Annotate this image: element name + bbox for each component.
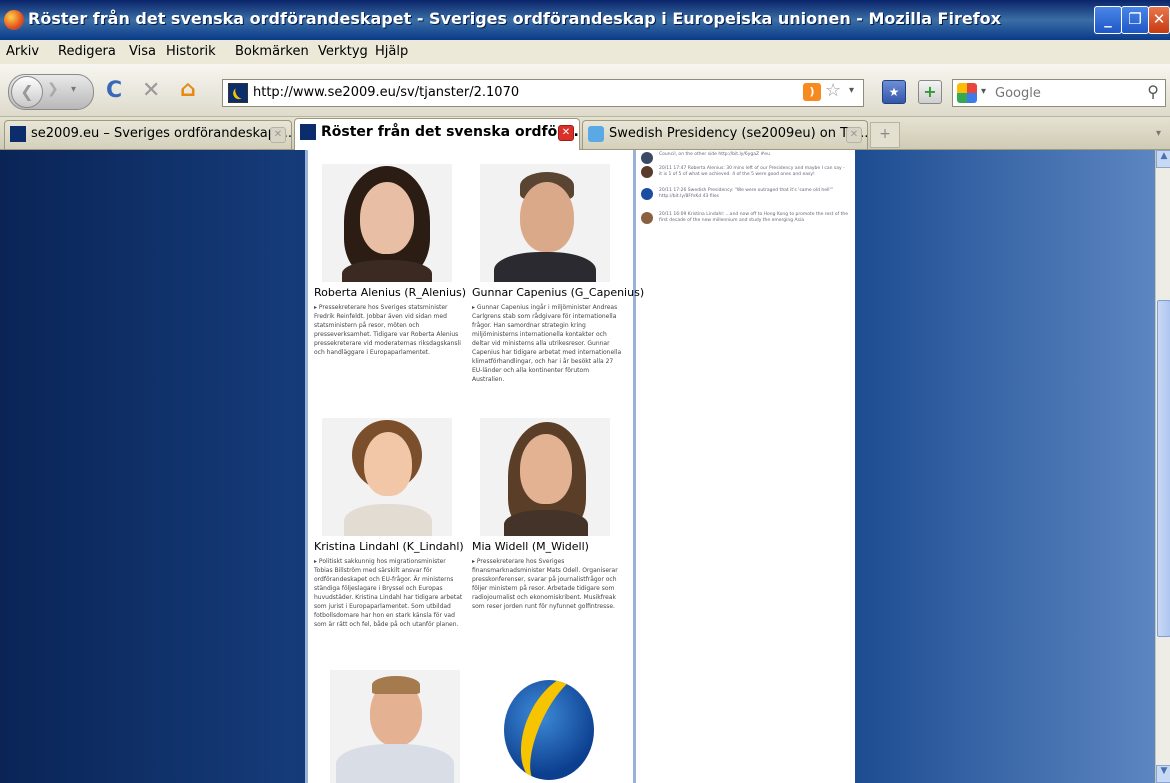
tab-list-dropdown-icon[interactable]: ▾	[1156, 122, 1170, 146]
reload-icon[interactable]: C	[106, 78, 122, 103]
person-photo-gunnar[interactable]	[480, 164, 610, 282]
twitter-favicon	[588, 126, 604, 142]
person-photo-kristina[interactable]	[322, 418, 452, 536]
se2009-favicon	[300, 124, 316, 140]
history-dropdown-icon[interactable]: ▾	[71, 84, 76, 95]
window-titlebar[interactable]: Röster från det svenska ordförandeskapet…	[0, 0, 1170, 40]
web-content: Roberta Alenius (R_Alenius) ▸ Pressekret…	[0, 150, 1155, 783]
tab-twitter[interactable]: Swedish Presidency (se2009eu) on Twi... …	[582, 120, 868, 149]
person-description: ▸ Politiskt sakkunnig hos migrationsmini…	[314, 558, 463, 628]
menu-redigera[interactable]: Redigera	[58, 44, 116, 59]
person-card: Gunnar Capenius (G_Capenius) ▸ Gunnar Ca…	[472, 164, 644, 384]
person-card: Kristina Lindahl (K_Lindahl) ▸ Politiskt…	[314, 418, 464, 629]
person-card: Roberta Alenius (R_Alenius) ▸ Pressekret…	[314, 164, 466, 357]
menu-arkiv[interactable]: Arkiv	[6, 44, 39, 59]
tab-close-icon[interactable]: ✕	[846, 127, 862, 143]
firefox-icon	[4, 10, 24, 30]
menu-historik[interactable]: Historik	[166, 44, 216, 59]
close-button[interactable]: ✕	[1148, 6, 1170, 34]
bookmarks-sidebar-icon[interactable]: ★	[882, 80, 906, 104]
search-input[interactable]	[993, 83, 1137, 103]
site-favicon	[228, 83, 248, 103]
url-dropdown-icon[interactable]: ▾	[849, 85, 854, 96]
person-card: Mia Widell (M_Widell) ▸ Pressekreterare …	[472, 418, 622, 611]
tab-close-icon[interactable]: ✕	[558, 125, 574, 141]
person-name[interactable]: Roberta Alenius (R_Alenius)	[314, 286, 466, 299]
person-name[interactable]: Mia Widell (M_Widell)	[472, 540, 622, 553]
feed-avatar[interactable]	[641, 166, 653, 178]
tab-label: Röster från det svenska ordföra...	[321, 124, 580, 140]
feed-text: Council, on the other side http://bit.ly…	[659, 152, 770, 157]
feed-avatar[interactable]	[641, 212, 653, 224]
menu-verktyg[interactable]: Verktyg	[318, 44, 368, 59]
home-icon[interactable]: ⌂	[180, 77, 196, 102]
page-body: Roberta Alenius (R_Alenius) ▸ Pressekret…	[305, 150, 855, 783]
bookmark-star-icon[interactable]: ☆	[825, 80, 841, 101]
tab-se2009[interactable]: se2009.eu – Sveriges ordförandeskap i...…	[4, 120, 292, 149]
menu-bokmarken[interactable]: Bokmärken	[235, 44, 309, 59]
feed-avatar[interactable]	[641, 152, 653, 164]
person-description: ▸ Gunnar Capenius ingår i miljöminister …	[472, 304, 622, 383]
person-name[interactable]: Gunnar Capenius (G_Capenius)	[472, 286, 644, 299]
maximize-button[interactable]: ❐	[1121, 6, 1149, 34]
menu-hjalp[interactable]: Hjälp	[375, 44, 408, 59]
feed-avatar[interactable]	[641, 188, 653, 200]
feed-text: 20/11 17:47 Roberta Alenius: 30 mins lef…	[659, 166, 845, 177]
tab-close-icon[interactable]: ✕	[270, 127, 286, 143]
people-column: Roberta Alenius (R_Alenius) ▸ Pressekret…	[305, 150, 644, 783]
person-description: ▸ Pressekreterare hos Sveriges finansmar…	[472, 558, 618, 610]
tab-label: se2009.eu – Sveriges ordförandeskap i...	[31, 126, 292, 141]
feed-text: 20/11 16:09 Kristina Lindahl: ...and now…	[659, 212, 848, 223]
back-forward-group: ❮ ❯ ▾	[8, 74, 94, 110]
url-text[interactable]: http://www.se2009.eu/sv/tjanster/2.1070	[253, 85, 519, 100]
forward-button[interactable]: ❯	[47, 81, 59, 97]
tab-bar: se2009.eu – Sveriges ordförandeskap i...…	[0, 117, 1170, 150]
window-title: Röster från det svenska ordförandeskapet…	[28, 9, 1001, 28]
person-photo-mia[interactable]	[480, 418, 610, 536]
person-photo-roberta[interactable]	[322, 164, 452, 282]
back-button[interactable]: ❮	[11, 76, 43, 108]
search-bar[interactable]: ▾ ⚲	[952, 79, 1166, 107]
person-photo-bottom[interactable]	[330, 670, 460, 783]
twitter-feed: Council, on the other side http://bit.ly…	[635, 150, 850, 250]
new-tab-button[interactable]: +	[870, 122, 900, 148]
navigation-toolbar: ❮ ❯ ▾ C ✕ ⌂ http://www.se2009.eu/sv/tjan…	[0, 64, 1170, 117]
tab-label: Swedish Presidency (se2009eu) on Twi...	[609, 126, 868, 141]
vertical-scrollbar[interactable]: ▲ ▼	[1155, 150, 1170, 783]
google-engine-icon[interactable]	[957, 83, 977, 103]
search-icon[interactable]: ⚲	[1147, 82, 1159, 101]
person-description: ▸ Pressekreterare hos Sveriges statsmini…	[314, 304, 461, 356]
menu-bar: Arkiv Redigera Visa Historik Bokmärken V…	[0, 40, 1170, 64]
engine-dropdown-icon[interactable]: ▾	[981, 86, 986, 97]
tab-roster[interactable]: Röster från det svenska ordföra... ✕	[294, 118, 580, 150]
se2009-favicon	[10, 126, 26, 142]
add-bookmark-icon[interactable]: +	[918, 80, 942, 104]
rss-feed-icon[interactable]: )	[803, 83, 821, 101]
menu-visa[interactable]: Visa	[129, 44, 156, 59]
feed-text: 20/11 17:26 Swedish Presidency: "We were…	[659, 188, 833, 199]
minimize-button[interactable]: _	[1094, 6, 1122, 34]
url-bar[interactable]: http://www.se2009.eu/sv/tjanster/2.1070 …	[222, 79, 864, 107]
scroll-thumb[interactable]	[1157, 300, 1170, 637]
person-name[interactable]: Kristina Lindahl (K_Lindahl)	[314, 540, 464, 553]
se2009-logo	[504, 680, 594, 780]
scroll-down-icon[interactable]: ▼	[1156, 765, 1170, 783]
scroll-up-icon[interactable]: ▲	[1156, 150, 1170, 168]
stop-icon[interactable]: ✕	[142, 78, 160, 103]
